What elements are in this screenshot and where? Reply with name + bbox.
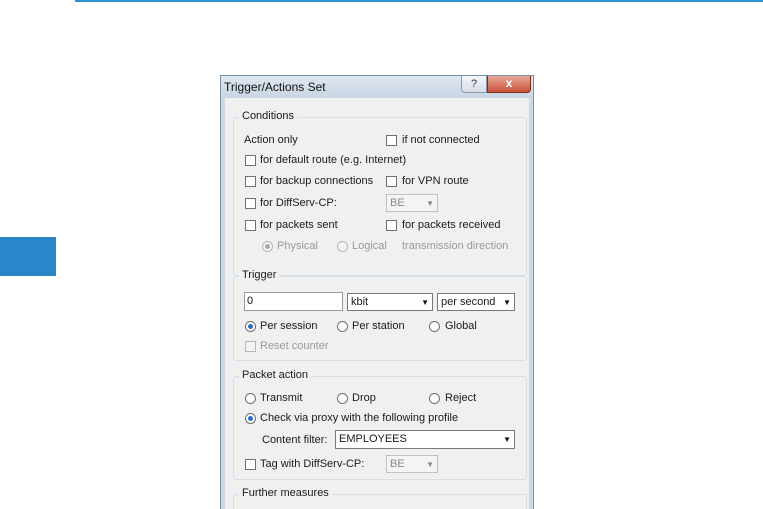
chevron-down-icon: ▼	[503, 435, 511, 444]
transmit-radio[interactable]	[245, 393, 256, 404]
diffserv-cp-select[interactable]: BE ▼	[386, 194, 438, 212]
logical-radio[interactable]	[337, 241, 348, 252]
check-via-proxy-label[interactable]: Check via proxy with the following profi…	[260, 412, 458, 424]
physical-label[interactable]: Physical	[277, 240, 318, 252]
content-filter-select[interactable]: EMPLOYEES ▼	[335, 430, 515, 449]
help-icon: ?	[470, 78, 478, 90]
tag-diffserv-value: BE	[390, 458, 405, 470]
close-icon: x	[505, 76, 513, 90]
conditions-group: Conditions Action only if not connected …	[233, 110, 527, 276]
diffserv-cp-checkbox[interactable]	[245, 198, 256, 209]
trigger-value-input[interactable]	[244, 292, 343, 311]
packet-action-legend: Packet action	[239, 369, 312, 381]
action-only-label: Action only	[244, 134, 298, 146]
tag-diffserv-select[interactable]: BE ▼	[386, 455, 438, 473]
reject-radio[interactable]	[429, 393, 440, 404]
per-session-radio[interactable]	[245, 321, 256, 332]
reset-counter-checkbox[interactable]	[245, 341, 256, 352]
packets-received-checkbox[interactable]	[386, 220, 397, 231]
reset-counter-label[interactable]: Reset counter	[260, 340, 328, 352]
chevron-down-icon: ▼	[426, 199, 434, 208]
trigger-period-select[interactable]: per second ▼	[437, 293, 515, 311]
trigger-unit-value: kbit	[351, 296, 369, 308]
help-button[interactable]: ?	[461, 76, 487, 93]
if-not-connected-label[interactable]: if not connected	[402, 134, 480, 146]
logical-label[interactable]: Logical	[352, 240, 387, 252]
per-session-label[interactable]: Per session	[260, 320, 317, 332]
chapter-side-tab	[0, 237, 56, 276]
chevron-down-icon: ▼	[421, 298, 429, 307]
trigger-value-field[interactable]	[247, 295, 335, 307]
diffserv-cp-value: BE	[390, 197, 405, 209]
backup-connections-checkbox[interactable]	[245, 176, 256, 187]
vpn-route-checkbox[interactable]	[386, 176, 397, 187]
transmission-direction-label: transmission direction	[402, 240, 509, 252]
dialog-title: Trigger/Actions Set	[224, 80, 326, 94]
trigger-legend: Trigger	[239, 269, 280, 281]
further-measures-legend: Further measures	[239, 487, 332, 499]
dialog-titlebar[interactable]: Trigger/Actions Set ? x	[221, 76, 533, 98]
trigger-actions-dialog: Trigger/Actions Set ? x Conditions Actio…	[220, 75, 534, 509]
drop-radio[interactable]	[337, 393, 348, 404]
trigger-group: Trigger kbit ▼ per second ▼ Per session …	[233, 269, 527, 361]
check-via-proxy-radio[interactable]	[245, 413, 256, 424]
conditions-legend: Conditions	[239, 110, 297, 122]
backup-connections-label[interactable]: for backup connections	[260, 175, 373, 187]
packet-action-group: Packet action Transmit Drop Reject Check…	[233, 369, 527, 480]
physical-radio[interactable]	[262, 241, 273, 252]
per-station-label[interactable]: Per station	[352, 320, 405, 332]
packets-received-label[interactable]: for packets received	[402, 219, 500, 231]
global-radio[interactable]	[429, 321, 440, 332]
tag-diffserv-label[interactable]: Tag with DiffServ-CP:	[260, 458, 364, 470]
trigger-unit-select[interactable]: kbit ▼	[347, 293, 433, 311]
default-route-checkbox[interactable]	[245, 155, 256, 166]
packets-sent-checkbox[interactable]	[245, 220, 256, 231]
drop-label[interactable]: Drop	[352, 392, 376, 404]
packets-sent-label[interactable]: for packets sent	[260, 219, 338, 231]
chevron-down-icon: ▼	[426, 460, 434, 469]
reject-label[interactable]: Reject	[445, 392, 476, 404]
default-route-label[interactable]: for default route (e.g. Internet)	[260, 154, 406, 166]
if-not-connected-checkbox[interactable]	[386, 135, 397, 146]
further-measures-group: Further measures	[233, 487, 527, 509]
content-filter-value: EMPLOYEES	[339, 433, 407, 445]
transmit-label[interactable]: Transmit	[260, 392, 302, 404]
per-station-radio[interactable]	[337, 321, 348, 332]
content-filter-label: Content filter:	[262, 434, 328, 446]
page-top-rule	[75, 0, 763, 2]
diffserv-cp-label[interactable]: for DiffServ-CP:	[260, 197, 337, 209]
chevron-down-icon: ▼	[503, 298, 511, 307]
tag-diffserv-checkbox[interactable]	[245, 459, 256, 470]
trigger-period-value: per second	[441, 296, 496, 308]
dialog-client-area: Conditions Action only if not connected …	[225, 98, 529, 509]
global-label[interactable]: Global	[445, 320, 477, 332]
close-button[interactable]: x	[487, 76, 531, 93]
vpn-route-label[interactable]: for VPN route	[402, 175, 469, 187]
